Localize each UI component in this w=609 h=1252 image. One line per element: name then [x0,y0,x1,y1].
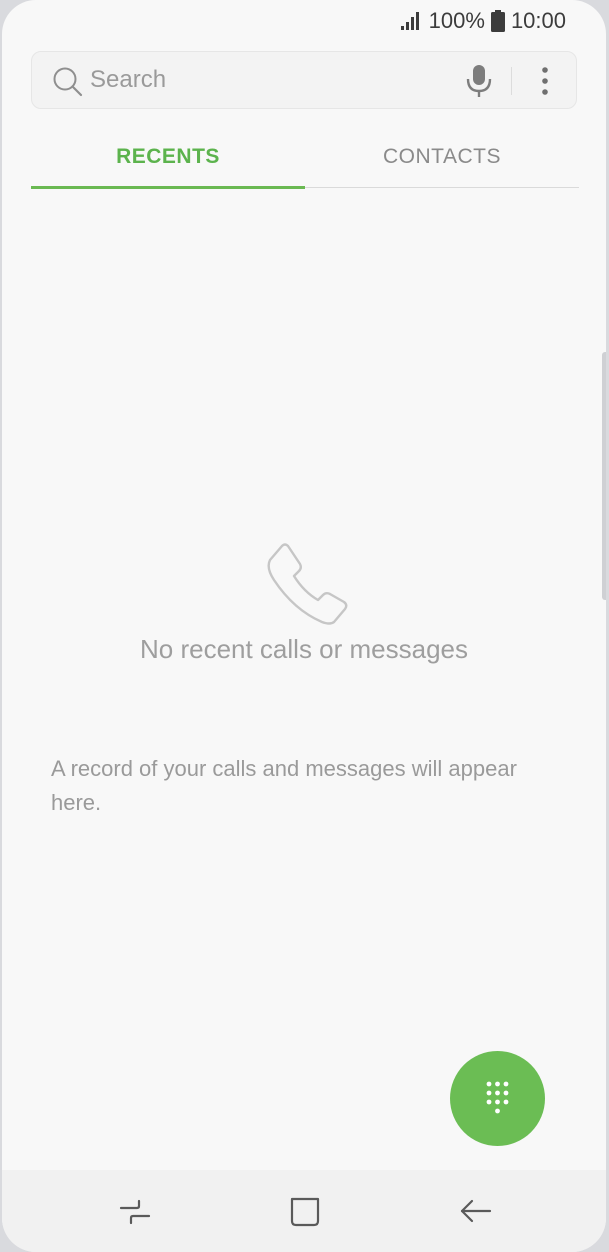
back-icon[interactable] [458,1194,494,1230]
status-bar: 100% 10:00 [400,4,566,38]
tab-bar: RECENTS CONTACTS [31,130,579,190]
search-bar[interactable]: Search [31,51,577,109]
battery-percentage: 100% [428,8,485,33]
microphone-icon[interactable] [464,63,494,99]
empty-state-title: No recent calls or messages [139,634,469,664]
search-icon [52,66,84,103]
empty-state-description: A record of your calls and messages will… [51,756,517,815]
phone-screen: 100% 10:00 Search RECENTS CONTACTS No re… [2,0,606,1252]
recent-apps-icon[interactable] [117,1194,153,1230]
active-tab-indicator [31,186,305,189]
battery-icon [490,10,505,32]
tab-divider [305,187,579,188]
tab-recents[interactable]: RECENTS [31,130,305,188]
dialpad-button[interactable] [450,1051,545,1146]
tab-contacts[interactable]: CONTACTS [305,130,579,188]
clock: 10:00 [510,8,566,33]
more-options-icon[interactable] [532,63,558,99]
phone-icon [264,542,350,633]
navigation-bar [2,1170,606,1252]
signal-icon [400,11,423,31]
home-icon[interactable] [287,1194,323,1230]
search-divider [511,67,512,95]
search-input[interactable]: Search [90,66,166,94]
side-key [602,352,606,600]
